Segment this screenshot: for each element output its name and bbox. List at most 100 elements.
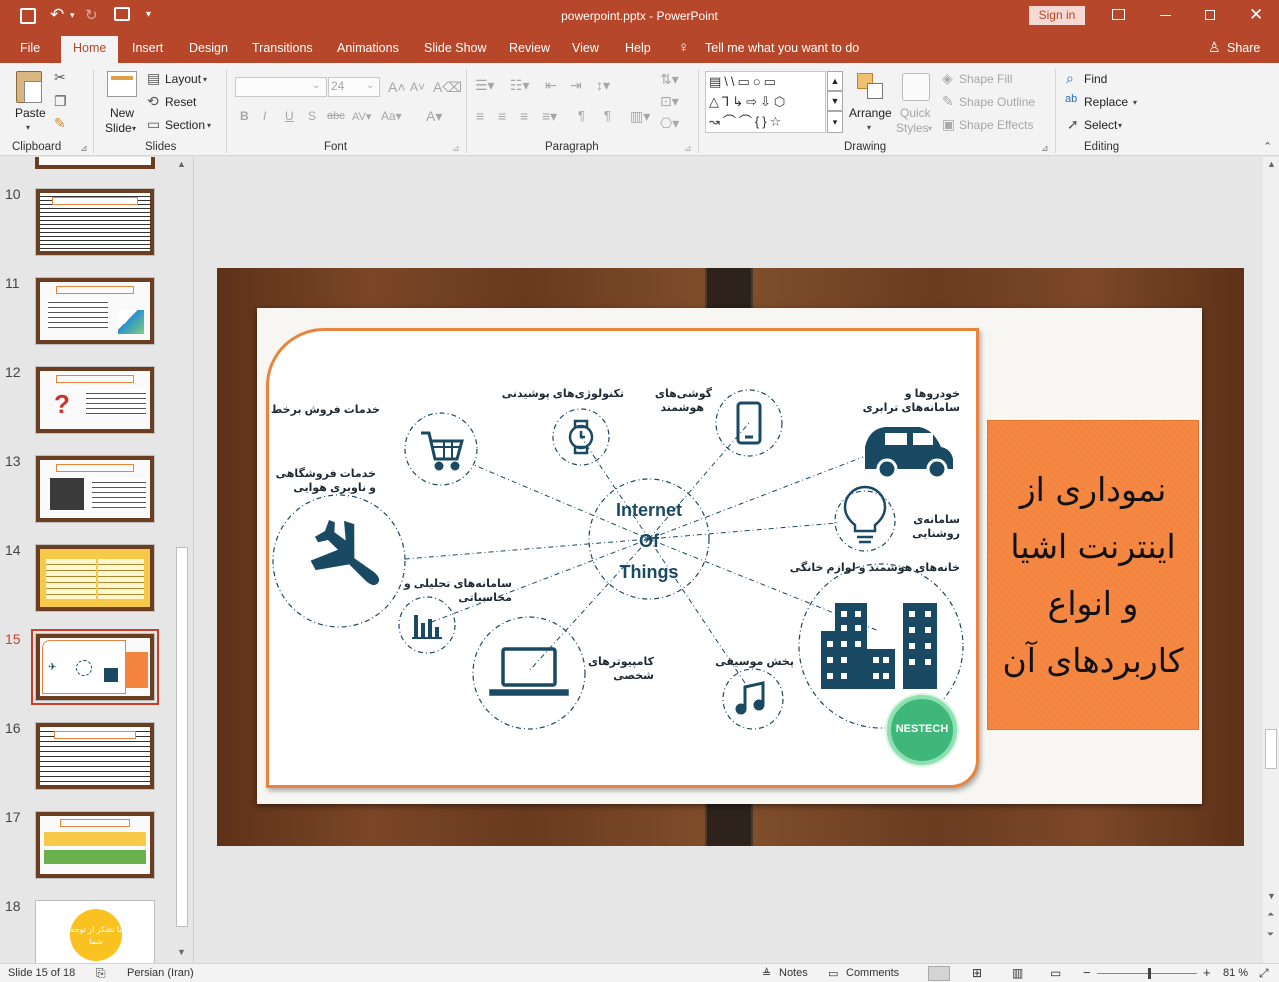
- notes-icon[interactable]: ≜: [762, 967, 771, 980]
- quick-styles-label-1[interactable]: Quick: [900, 106, 931, 120]
- reset-icon[interactable]: ⟲: [147, 94, 159, 108]
- zoom-slider[interactable]: [1097, 973, 1197, 974]
- collapse-ribbon-icon[interactable]: ⌃: [1263, 140, 1272, 153]
- scroll-down-icon[interactable]: ▼: [177, 947, 186, 957]
- layout-icon[interactable]: ▤: [147, 71, 160, 85]
- decrease-indent-icon[interactable]: ⇤: [545, 77, 557, 94]
- slide-thumbnail-12[interactable]: ?: [35, 366, 155, 434]
- spelling-icon[interactable]: ⎘: [96, 966, 106, 981]
- clipboard-launcher-icon[interactable]: ⊿: [80, 143, 88, 154]
- reading-view-icon[interactable]: ▥: [1012, 966, 1023, 980]
- language-indicator[interactable]: Persian (Iran): [127, 967, 194, 979]
- find-icon[interactable]: ⌕: [1066, 71, 1074, 85]
- find-button[interactable]: Find: [1084, 72, 1107, 86]
- slide-thumbnail-16[interactable]: [35, 722, 155, 790]
- shapes-gallery[interactable]: ▤\\▭○▭ △⅂↳⇨⇩⬡ ↝⌒⌒{}☆: [705, 71, 826, 133]
- normal-view-icon[interactable]: [928, 966, 950, 981]
- select-icon[interactable]: ➚: [1067, 117, 1079, 131]
- scroll-up-icon[interactable]: ▲: [177, 159, 186, 169]
- text-direction-icon[interactable]: ⇅▾: [660, 71, 679, 88]
- slide-thumbnail-18[interactable]: با تشکر از توجه شما: [35, 900, 155, 963]
- align-left-icon[interactable]: ≡: [476, 108, 484, 124]
- shrink-font-icon[interactable]: A˅: [410, 80, 425, 94]
- fit-slide-icon[interactable]: ⤢: [1259, 966, 1269, 981]
- line-spacing-icon[interactable]: ↕▾: [596, 77, 610, 94]
- font-launcher-icon[interactable]: ⊿: [452, 143, 460, 154]
- shapes-scroll-up-icon[interactable]: ▲: [827, 71, 843, 91]
- ribbon-display-options-icon[interactable]: [1112, 9, 1125, 20]
- slide-thumbnail-14[interactable]: [35, 544, 155, 612]
- shape-effects-button[interactable]: Shape Effects: [959, 118, 1034, 132]
- grow-font-icon[interactable]: A˄: [388, 79, 406, 95]
- tab-file[interactable]: File: [20, 41, 40, 55]
- align-center-icon[interactable]: ≡: [498, 108, 506, 124]
- paragraph-launcher-icon[interactable]: ⊿: [684, 143, 692, 154]
- replace-button[interactable]: Replace: [1084, 95, 1128, 109]
- arrange-icon[interactable]: [857, 73, 885, 101]
- font-color-icon[interactable]: A▾: [426, 108, 442, 125]
- tab-review[interactable]: Review: [509, 41, 550, 55]
- zoom-in-icon[interactable]: +: [1203, 965, 1211, 980]
- shapes-scroll-down-icon[interactable]: ▼: [827, 91, 843, 111]
- shape-outline-icon[interactable]: ✎: [942, 94, 954, 108]
- increase-indent-icon[interactable]: ⇥: [570, 77, 582, 94]
- align-right-icon[interactable]: ≡: [520, 108, 528, 124]
- layout-button[interactable]: Layout: [165, 72, 201, 86]
- zoom-out-icon[interactable]: −: [1083, 965, 1091, 980]
- scroll-thumb[interactable]: [1265, 729, 1277, 769]
- scroll-up-icon[interactable]: ▲: [1267, 159, 1276, 169]
- tab-animations[interactable]: Animations: [337, 41, 399, 55]
- quick-styles-icon[interactable]: [902, 73, 930, 101]
- text-shadow-icon[interactable]: S: [308, 109, 316, 123]
- zoom-level[interactable]: 81 %: [1223, 967, 1248, 979]
- thumbnail-scrollbar[interactable]: ▲ ▼: [174, 157, 190, 963]
- rtl-icon[interactable]: ¶: [604, 108, 611, 123]
- minimize-icon[interactable]: [1160, 15, 1171, 16]
- shape-outline-button[interactable]: Shape Outline: [959, 95, 1035, 109]
- quick-styles-label-2[interactable]: Styles: [896, 121, 929, 135]
- shape-fill-button[interactable]: Shape Fill: [959, 72, 1012, 86]
- arrange-button[interactable]: Arrange: [849, 106, 892, 120]
- shapes-more-icon[interactable]: ▾: [827, 111, 843, 133]
- smartart-icon[interactable]: ⎔▾: [660, 115, 679, 132]
- slide-thumbnail-15[interactable]: ✈: [31, 629, 159, 705]
- character-spacing-icon[interactable]: AV▾: [352, 110, 371, 123]
- notes-button[interactable]: Notes: [779, 967, 808, 979]
- tell-me-search[interactable]: Tell me what you want to do: [705, 41, 859, 55]
- ltr-icon[interactable]: ¶: [578, 108, 585, 123]
- new-slide-label-2[interactable]: Slide: [105, 121, 132, 135]
- close-icon[interactable]: ✕: [1249, 5, 1263, 25]
- section-button[interactable]: Section: [165, 118, 205, 132]
- slide-show-icon[interactable]: ▭: [1050, 966, 1061, 980]
- format-painter-icon[interactable]: ✎: [54, 116, 66, 130]
- select-button[interactable]: Select: [1084, 118, 1117, 132]
- next-slide-icon[interactable]: ⏷: [1267, 929, 1274, 940]
- tab-transitions[interactable]: Transitions: [252, 41, 313, 55]
- slide-sorter-icon[interactable]: ⊞: [972, 966, 982, 980]
- scroll-thumb[interactable]: [176, 547, 188, 927]
- tab-insert[interactable]: Insert: [132, 41, 163, 55]
- slide-thumbnail-17[interactable]: [35, 811, 155, 879]
- comments-icon[interactable]: ▭: [828, 967, 838, 980]
- section-icon[interactable]: ▭: [147, 117, 160, 131]
- sign-in-button[interactable]: Sign in: [1029, 6, 1085, 25]
- previous-slide-icon[interactable]: ⏶: [1267, 909, 1274, 920]
- strikethrough-icon[interactable]: abc: [327, 110, 345, 122]
- drawing-launcher-icon[interactable]: ⊿: [1041, 143, 1049, 154]
- cut-icon[interactable]: ✂: [54, 70, 66, 84]
- tab-home[interactable]: Home: [61, 36, 119, 63]
- underline-icon[interactable]: U: [285, 109, 294, 123]
- reset-button[interactable]: Reset: [165, 95, 196, 109]
- numbering-icon[interactable]: ☷▾: [510, 77, 530, 94]
- replace-icon[interactable]: ab: [1065, 94, 1077, 105]
- copy-icon[interactable]: ❐: [54, 94, 67, 108]
- share-button[interactable]: Share: [1227, 41, 1260, 55]
- comments-button[interactable]: Comments: [846, 967, 899, 979]
- new-slide-icon[interactable]: [107, 71, 137, 97]
- clear-formatting-icon[interactable]: A⌫: [433, 79, 462, 96]
- align-text-icon[interactable]: ⊡▾: [660, 93, 679, 110]
- slide-thumbnail-13[interactable]: [35, 455, 155, 523]
- change-case-icon[interactable]: Aa▾: [381, 109, 402, 123]
- paste-button[interactable]: Paste: [15, 106, 46, 120]
- slide-thumbnail-11[interactable]: [35, 277, 155, 345]
